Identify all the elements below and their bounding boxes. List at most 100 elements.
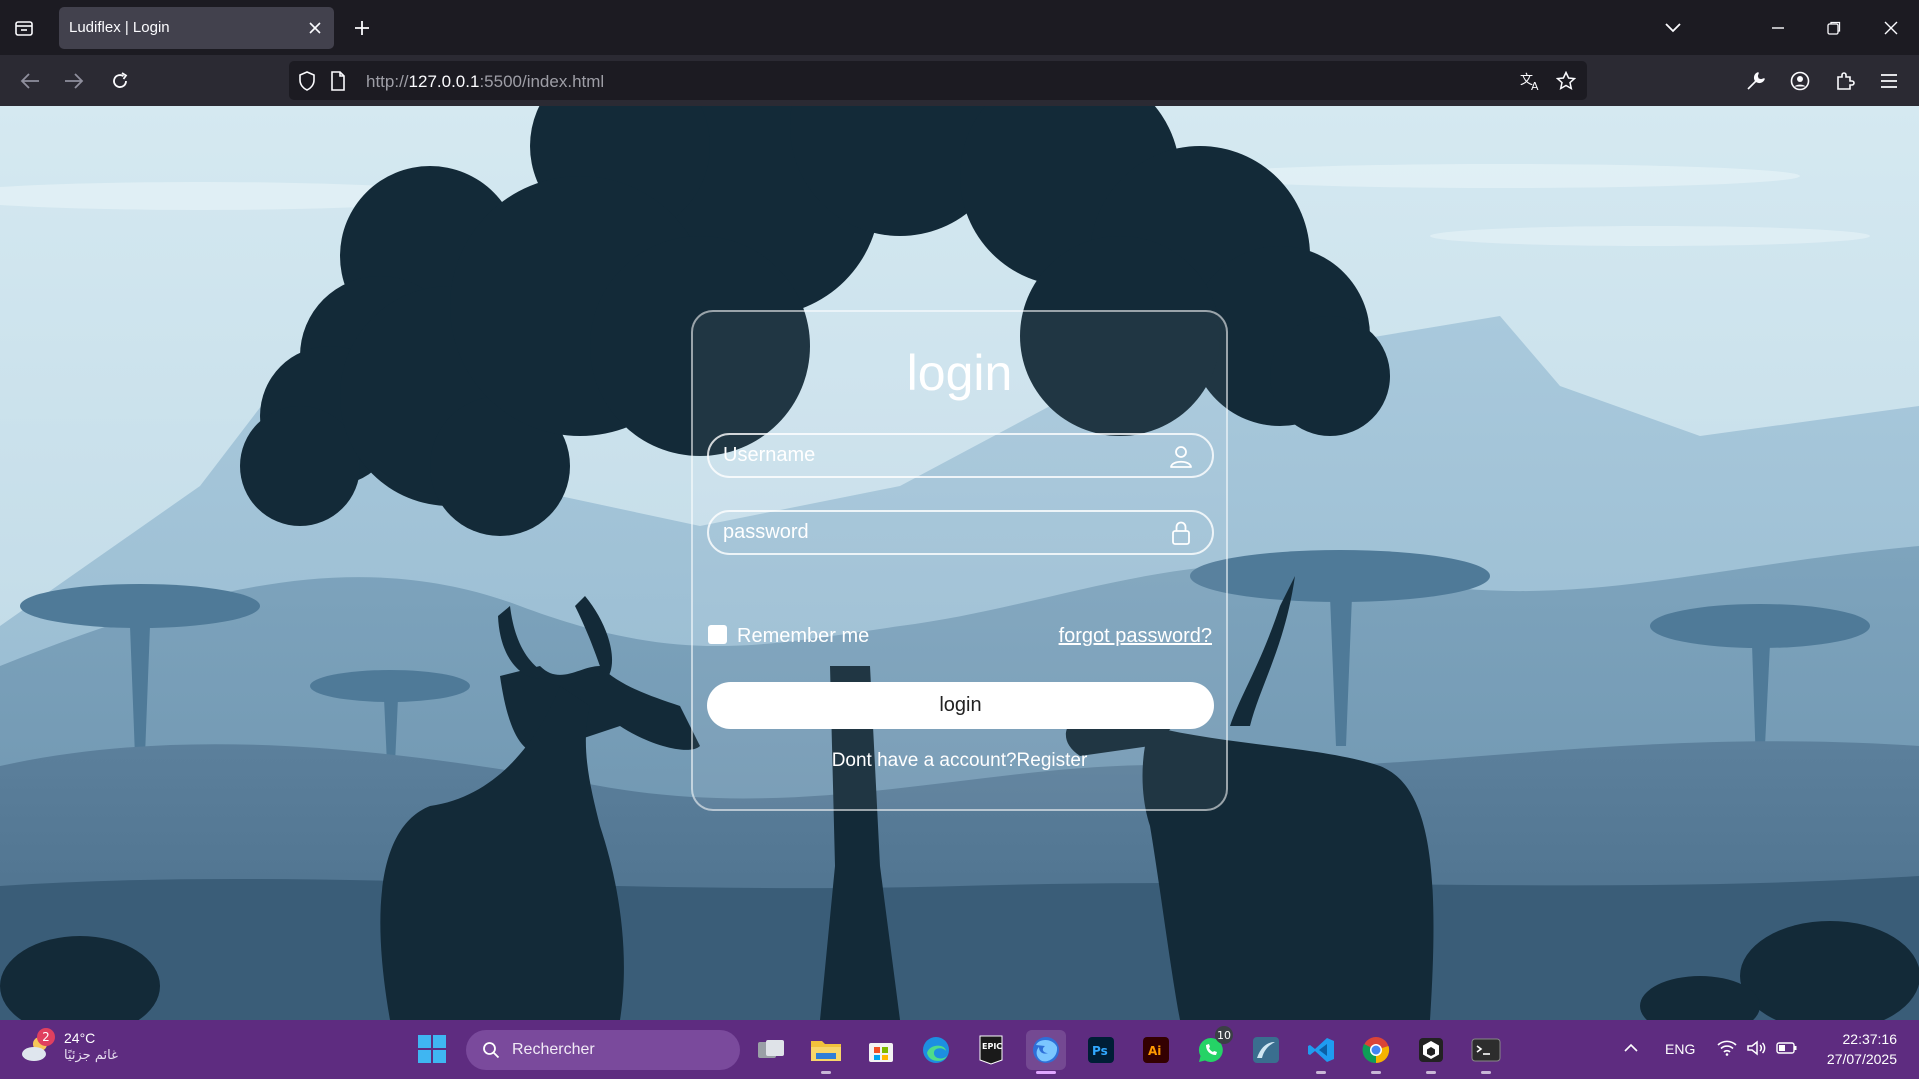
- chrome-button[interactable]: [1356, 1030, 1396, 1074]
- chevron-up-icon[interactable]: [1624, 1043, 1638, 1053]
- whatsapp-button[interactable]: 10: [1191, 1026, 1233, 1070]
- svg-text:A: A: [1531, 80, 1539, 91]
- url-text[interactable]: http://127.0.0.1:5500/index.html: [366, 72, 604, 92]
- back-button[interactable]: [14, 65, 46, 97]
- svg-text:Ps: Ps: [1092, 1044, 1108, 1058]
- login-card: login Username password Remember me forg…: [691, 310, 1228, 811]
- folder-icon: [811, 1041, 841, 1061]
- volume-icon[interactable]: [1746, 1040, 1766, 1056]
- extensions-button[interactable]: [1829, 65, 1861, 97]
- back-arrow-icon: [20, 73, 39, 89]
- task-view-button[interactable]: [751, 1030, 791, 1070]
- bookmark-star-icon[interactable]: [1554, 69, 1578, 93]
- mysql-workbench-button[interactable]: [1246, 1030, 1286, 1070]
- register-link[interactable]: Dont have a account?Register: [693, 750, 1226, 772]
- extensions-icon: [1837, 72, 1855, 90]
- account-icon: [1790, 71, 1810, 91]
- file-explorer-button[interactable]: [806, 1030, 846, 1074]
- task-view-icon: [758, 1040, 784, 1058]
- svg-text:Ai: Ai: [1148, 1044, 1161, 1058]
- chrome-icon: [1362, 1037, 1390, 1064]
- search-icon: [483, 1042, 500, 1059]
- shield-icon[interactable]: [295, 69, 319, 93]
- running-indicator: [821, 1071, 831, 1074]
- chevron-down-icon: [1665, 23, 1681, 33]
- running-indicator: [1371, 1071, 1381, 1074]
- running-indicator: [1426, 1071, 1436, 1074]
- url-bar[interactable]: http://127.0.0.1:5500/index.html 文A: [289, 61, 1587, 100]
- forward-arrow-icon: [65, 73, 84, 89]
- epic-games-button[interactable]: EPIC: [971, 1030, 1011, 1070]
- wrench-icon: [1747, 72, 1765, 90]
- lock-icon: [1172, 521, 1190, 545]
- restore-icon: [1827, 21, 1841, 35]
- window-close-button[interactable]: [1875, 12, 1907, 44]
- window-close-icon: [1884, 21, 1898, 35]
- remember-me-label[interactable]: Remember me: [737, 625, 869, 648]
- weather-description: غائم جزئيًا: [64, 1048, 118, 1063]
- clock-time: 22:37:16: [1842, 1031, 1898, 1047]
- mysql-workbench-icon: [1253, 1037, 1279, 1063]
- user-icon: [1170, 446, 1192, 468]
- whatsapp-badge: 10: [1215, 1026, 1233, 1044]
- remember-me-checkbox[interactable]: [708, 625, 727, 644]
- clock[interactable]: 22:37:16 27/07/2025: [1827, 1029, 1897, 1069]
- vscode-icon: [1308, 1038, 1334, 1062]
- running-indicator: [1481, 1071, 1491, 1074]
- search-placeholder: Rechercher: [512, 1041, 595, 1058]
- weather-temperature: 24°C: [64, 1030, 96, 1046]
- forward-button[interactable]: [58, 65, 90, 97]
- account-button[interactable]: [1784, 65, 1816, 97]
- tab-close-button[interactable]: [306, 19, 324, 37]
- unity-button[interactable]: [1411, 1030, 1451, 1074]
- close-icon: [309, 22, 321, 34]
- active-tab[interactable]: Ludiflex | Login: [59, 7, 334, 49]
- windows-taskbar: 2 24°C غائم جزئيًا Rechercher EPIC Ps Ai…: [0, 1020, 1919, 1079]
- password-placeholder: password: [723, 521, 809, 543]
- browser-tab-bar: Ludiflex | Login: [0, 0, 1919, 55]
- app-menu-button[interactable]: [1873, 65, 1905, 97]
- epic-games-icon: EPIC: [979, 1035, 1003, 1065]
- battery-icon[interactable]: [1776, 1041, 1798, 1055]
- terminal-button[interactable]: [1466, 1030, 1506, 1074]
- new-tab-button[interactable]: [348, 14, 376, 42]
- vscode-button[interactable]: [1301, 1030, 1341, 1074]
- microsoft-store-button[interactable]: [861, 1030, 901, 1070]
- page-viewport: login Username password Remember me forg…: [0, 106, 1919, 1020]
- unity-icon: [1419, 1038, 1443, 1062]
- tab-title: Ludiflex | Login: [69, 19, 170, 36]
- dev-tools-button[interactable]: [1740, 65, 1772, 97]
- reload-icon: [113, 72, 128, 88]
- page-icon[interactable]: [326, 69, 350, 93]
- password-field[interactable]: password: [707, 510, 1214, 555]
- windows-start-icon[interactable]: [417, 1034, 447, 1064]
- plus-icon: [355, 21, 369, 35]
- photoshop-icon: Ps: [1088, 1037, 1114, 1063]
- tab-list-button[interactable]: [10, 14, 38, 42]
- translate-icon[interactable]: 文A: [1519, 69, 1543, 93]
- edge-button[interactable]: [916, 1030, 956, 1070]
- photoshop-button[interactable]: Ps: [1081, 1030, 1121, 1070]
- login-button[interactable]: login: [707, 682, 1214, 729]
- taskbar-search[interactable]: Rechercher: [466, 1030, 740, 1070]
- restore-button[interactable]: [1818, 12, 1850, 44]
- illustrator-button[interactable]: Ai: [1136, 1030, 1176, 1070]
- minimize-button[interactable]: [1762, 12, 1794, 44]
- reload-button[interactable]: [104, 65, 136, 97]
- illustrator-icon: Ai: [1143, 1037, 1169, 1063]
- store-icon: [869, 1043, 893, 1062]
- firefox-button[interactable]: [1026, 1030, 1066, 1074]
- username-placeholder: Username: [723, 444, 816, 466]
- language-indicator[interactable]: ENG: [1665, 1041, 1695, 1057]
- browser-nav-bar: http://127.0.0.1:5500/index.html 文A: [0, 55, 1919, 106]
- firefox-icon: [1033, 1037, 1059, 1063]
- terminal-icon: [1471, 1038, 1501, 1062]
- forgot-password-link[interactable]: forgot password?: [1059, 625, 1212, 648]
- running-indicator: [1316, 1071, 1326, 1074]
- active-indicator: [1036, 1071, 1056, 1074]
- wifi-icon[interactable]: [1717, 1040, 1737, 1056]
- tab-list-icon: [15, 21, 33, 36]
- username-field[interactable]: Username: [707, 433, 1214, 478]
- edge-icon: [923, 1037, 949, 1063]
- list-all-tabs-button[interactable]: [1657, 12, 1689, 44]
